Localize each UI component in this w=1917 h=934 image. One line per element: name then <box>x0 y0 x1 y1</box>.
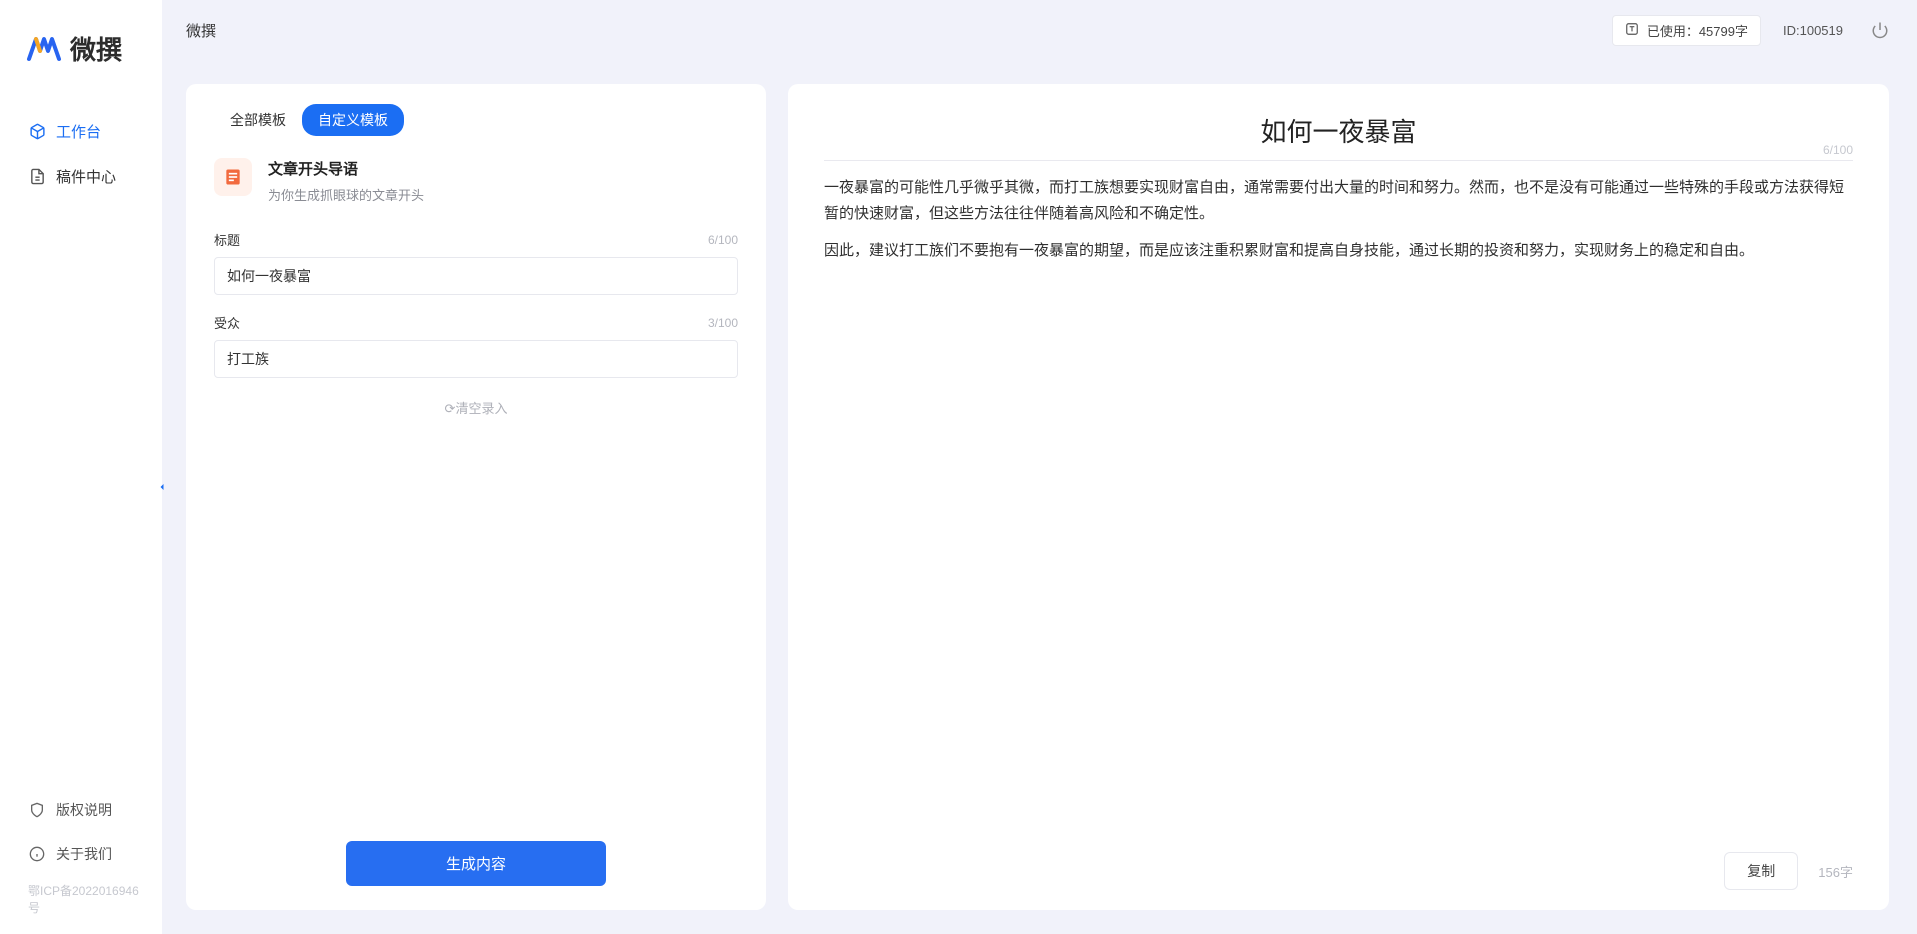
usage-label: 已使用： <box>1647 21 1699 40</box>
info-icon <box>28 845 46 863</box>
content: 全部模板 自定义模板 文章开头导语 为你生成抓眼球的文章开头 标题 6/ <box>162 60 1917 934</box>
output-paragraph: 因此，建议打工族们不要抱有一夜暴富的期望，而是应该注重积累财富和提高自身技能，通… <box>824 238 1853 264</box>
template-title: 文章开头导语 <box>268 158 424 179</box>
nav-item-label: 稿件中心 <box>56 166 116 187</box>
output-body: 一夜暴富的可能性几乎微乎其微，而打工族想要实现财富自由，通常需要付出大量的时间和… <box>824 175 1853 264</box>
generate-button[interactable]: 生成内容 <box>346 841 606 886</box>
logo: 微撰 <box>0 30 162 97</box>
main: 微撰 已使用： 45799字 ID:100519 全部模板 自定义模板 <box>162 0 1917 934</box>
audience-counter: 3/100 <box>708 316 738 330</box>
power-icon[interactable] <box>1871 21 1889 39</box>
header: 微撰 已使用： 45799字 ID:100519 <box>162 0 1917 60</box>
shield-icon <box>28 801 46 819</box>
copy-button[interactable]: 复制 <box>1724 852 1798 890</box>
logo-text: 微撰 <box>70 30 122 67</box>
title-label-row: 标题 6/100 <box>214 230 738 249</box>
header-title: 微撰 <box>186 20 216 41</box>
usage-value: 45799字 <box>1699 21 1748 40</box>
sidebar-footer: 版权说明 关于我们 鄂ICP备2022016946号 <box>0 788 162 934</box>
panel-left: 全部模板 自定义模板 文章开头导语 为你生成抓眼球的文章开头 标题 6/ <box>186 84 766 910</box>
icp-text: 鄂ICP备2022016946号 <box>0 876 162 922</box>
tab-all-templates[interactable]: 全部模板 <box>214 104 302 136</box>
output-title: 如何一夜暴富 <box>824 112 1853 149</box>
nav: 工作台 稿件中心 <box>0 97 162 788</box>
sidebar: 微撰 工作台 稿件中心 版权说明 <box>0 0 162 934</box>
collapse-sidebar-icon[interactable] <box>156 480 170 494</box>
title-input[interactable] <box>214 257 738 295</box>
title-label: 标题 <box>214 230 240 249</box>
tab-custom-templates[interactable]: 自定义模板 <box>302 104 404 136</box>
box-icon <box>28 123 46 141</box>
output-title-counter: 6/100 <box>1823 143 1853 157</box>
output-title-row: 如何一夜暴富 6/100 <box>824 112 1853 160</box>
audience-label-row: 受众 3/100 <box>214 313 738 332</box>
nav-item-copyright[interactable]: 版权说明 <box>0 788 162 832</box>
template-desc: 为你生成抓眼球的文章开头 <box>268 185 424 204</box>
nav-item-workspace[interactable]: 工作台 <box>0 109 162 154</box>
nav-item-label: 工作台 <box>56 121 101 142</box>
usage-chip[interactable]: 已使用： 45799字 <box>1612 15 1761 46</box>
tabs: 全部模板 自定义模板 <box>214 104 738 136</box>
header-id: ID:100519 <box>1783 23 1843 38</box>
clear-inputs-link[interactable]: ⟳清空录入 <box>214 398 738 417</box>
title-counter: 6/100 <box>708 233 738 247</box>
output-footer: 复制 156字 <box>824 840 1853 890</box>
panel-right: 如何一夜暴富 6/100 一夜暴富的可能性几乎微乎其微，而打工族想要实现财富自由… <box>788 84 1889 910</box>
audience-input[interactable] <box>214 340 738 378</box>
nav-item-drafts[interactable]: 稿件中心 <box>0 154 162 199</box>
doc-icon <box>28 168 46 186</box>
form: 标题 6/100 受众 3/100 ⟳清空录入 <box>214 230 738 417</box>
logo-icon <box>26 31 62 67</box>
nav-item-label: 版权说明 <box>56 800 112 820</box>
text-icon <box>1625 22 1641 38</box>
nav-item-about[interactable]: 关于我们 <box>0 832 162 876</box>
template-info: 文章开头导语 为你生成抓眼球的文章开头 <box>214 158 738 204</box>
nav-item-label: 关于我们 <box>56 844 112 864</box>
audience-label: 受众 <box>214 313 240 332</box>
char-count: 156字 <box>1818 862 1853 881</box>
template-icon <box>214 158 252 196</box>
output-paragraph: 一夜暴富的可能性几乎微乎其微，而打工族想要实现财富自由，通常需要付出大量的时间和… <box>824 175 1853 226</box>
